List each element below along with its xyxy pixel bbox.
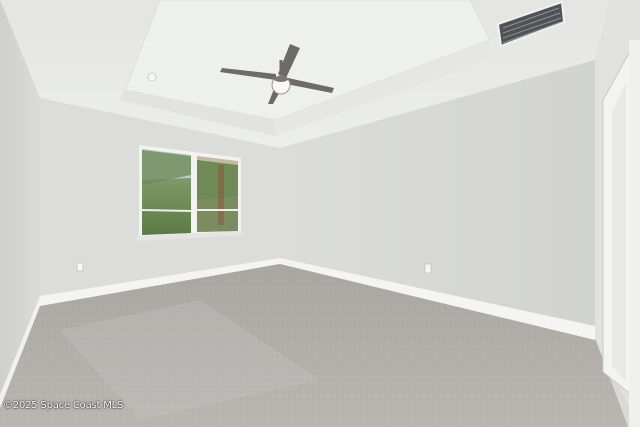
outlet-icon [424, 263, 432, 274]
smoke-detector-icon [147, 72, 157, 82]
bedroom-photo: ©2025 Space Coast MLS [0, 0, 640, 427]
outlet-icon [76, 262, 84, 272]
watermark: ©2025 Space Coast MLS [3, 400, 124, 411]
room-illustration [0, 0, 640, 427]
window-icon [137, 145, 243, 241]
door-frame-icon [602, 40, 640, 427]
